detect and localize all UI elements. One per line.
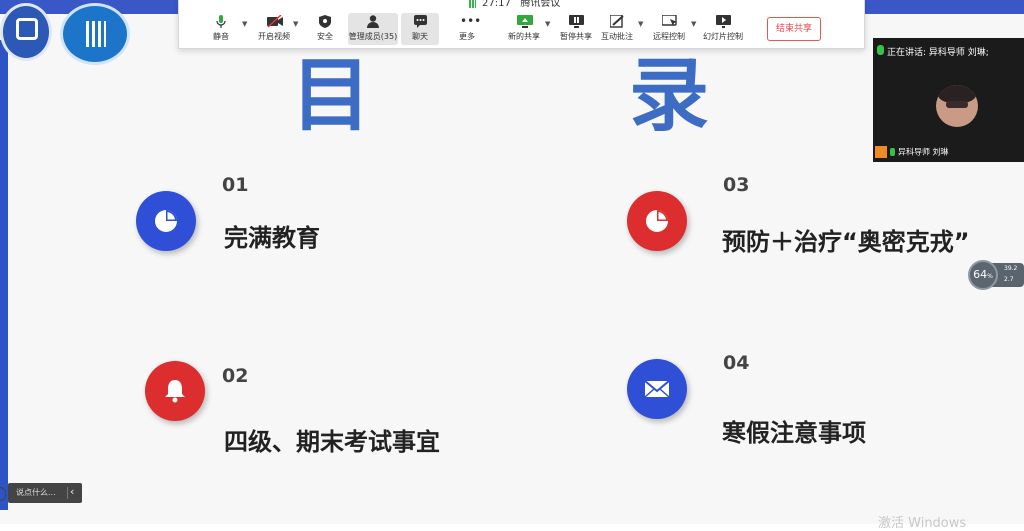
slide-left-accent bbox=[0, 40, 8, 510]
shared-slide bbox=[0, 14, 1024, 524]
item-03-badge bbox=[627, 191, 687, 251]
mute-options-icon[interactable]: ▼ bbox=[242, 20, 247, 28]
network-status-widget[interactable]: 64% 39.2 2.7 bbox=[968, 260, 1024, 290]
cpu-usage-ring: 64% bbox=[968, 260, 998, 290]
mute-button[interactable]: 静音 bbox=[207, 13, 235, 45]
college-logo bbox=[60, 3, 130, 65]
speaking-indicator: 正在讲话: 异科导师 刘琳; bbox=[887, 48, 989, 58]
microphone-icon bbox=[214, 15, 228, 28]
screen-share-icon bbox=[517, 15, 533, 28]
remote-options-icon[interactable]: ▼ bbox=[691, 20, 696, 28]
new-share-button[interactable]: 新的共享 bbox=[506, 13, 542, 45]
video-button[interactable]: 开启视频 bbox=[255, 13, 293, 45]
slideshow-control-button[interactable]: 幻灯片控制 bbox=[702, 13, 744, 45]
manage-members-button[interactable]: 管理成员(35) bbox=[348, 13, 398, 45]
chat-button[interactable]: 聊天 bbox=[401, 13, 439, 45]
security-button[interactable]: 安全 bbox=[311, 13, 339, 45]
pause-icon bbox=[569, 15, 584, 28]
signal-icon bbox=[469, 0, 476, 8]
meeting-toolbar: 27:17 腾讯会议 静音 ▼ 开启视频 ▼ 安全 管理成员(35) 聊天 ••… bbox=[178, 0, 865, 49]
annotate-button[interactable]: 互动批注 bbox=[599, 13, 635, 45]
item-04-label: 寒假注意事项 bbox=[722, 419, 866, 447]
mail-icon bbox=[644, 380, 670, 398]
end-share-button[interactable]: 结束共享 bbox=[767, 17, 821, 41]
shield-icon bbox=[318, 15, 332, 28]
university-logo bbox=[0, 3, 52, 61]
chat-input[interactable]: 说点什么... bbox=[16, 487, 56, 498]
collapse-chevron-icon[interactable]: ‹ bbox=[70, 485, 74, 498]
item-04-number: 04 bbox=[723, 352, 750, 374]
remote-control-button[interactable]: 远程控制 bbox=[651, 13, 687, 45]
participant-name-bar: 异科导师 刘琳 bbox=[875, 146, 949, 160]
pie-chart-icon bbox=[155, 210, 177, 232]
user-icon bbox=[875, 146, 887, 158]
item-01-badge bbox=[136, 191, 196, 251]
item-01-label: 完满教育 bbox=[224, 224, 320, 252]
pause-share-button[interactable]: 暂停共享 bbox=[559, 13, 593, 45]
windows-activation-watermark: 激活 Windows bbox=[878, 516, 967, 531]
more-button[interactable]: ••• 更多 bbox=[455, 13, 482, 45]
chat-icon bbox=[413, 15, 427, 28]
slideshow-icon bbox=[716, 15, 731, 28]
meeting-timer: 27:17 腾讯会议 bbox=[469, 0, 560, 9]
person-icon bbox=[366, 15, 380, 28]
annotate-options-icon[interactable]: ▼ bbox=[638, 20, 643, 28]
slide-heading-right: 录 bbox=[629, 49, 709, 142]
more-dots-icon: ••• bbox=[460, 14, 482, 28]
participant-avatar bbox=[936, 85, 978, 127]
item-03-label: 预防＋治疗“奥密克戎” bbox=[722, 228, 970, 256]
camera-off-icon bbox=[267, 14, 283, 28]
item-02-badge bbox=[145, 361, 205, 421]
upload-speed: 39.2 bbox=[1004, 265, 1018, 272]
item-04-badge bbox=[627, 359, 687, 419]
item-02-number: 02 bbox=[222, 365, 249, 387]
item-03-number: 03 bbox=[723, 174, 750, 196]
item-02-label: 四级、期末考试事宜 bbox=[224, 428, 440, 456]
microphone-icon bbox=[877, 45, 884, 55]
slide-heading-left: 目 bbox=[291, 49, 371, 142]
bell-icon bbox=[165, 380, 185, 403]
download-speed: 2.7 bbox=[1004, 276, 1014, 283]
meeting-app-name: 腾讯会议 bbox=[520, 0, 561, 9]
chat-input-bar[interactable]: 说点什么... ‹ bbox=[8, 483, 82, 503]
pen-icon bbox=[609, 14, 624, 28]
speaker-video-panel[interactable]: 正在讲话: 异科导师 刘琳; 异科导师 刘琳 bbox=[873, 38, 1024, 162]
share-options-icon[interactable]: ▼ bbox=[545, 20, 550, 28]
pie-chart-icon bbox=[646, 210, 668, 232]
remote-control-icon bbox=[661, 14, 677, 28]
mic-status-icon bbox=[890, 148, 895, 156]
video-options-icon[interactable]: ▼ bbox=[293, 20, 298, 28]
item-01-number: 01 bbox=[222, 174, 249, 196]
